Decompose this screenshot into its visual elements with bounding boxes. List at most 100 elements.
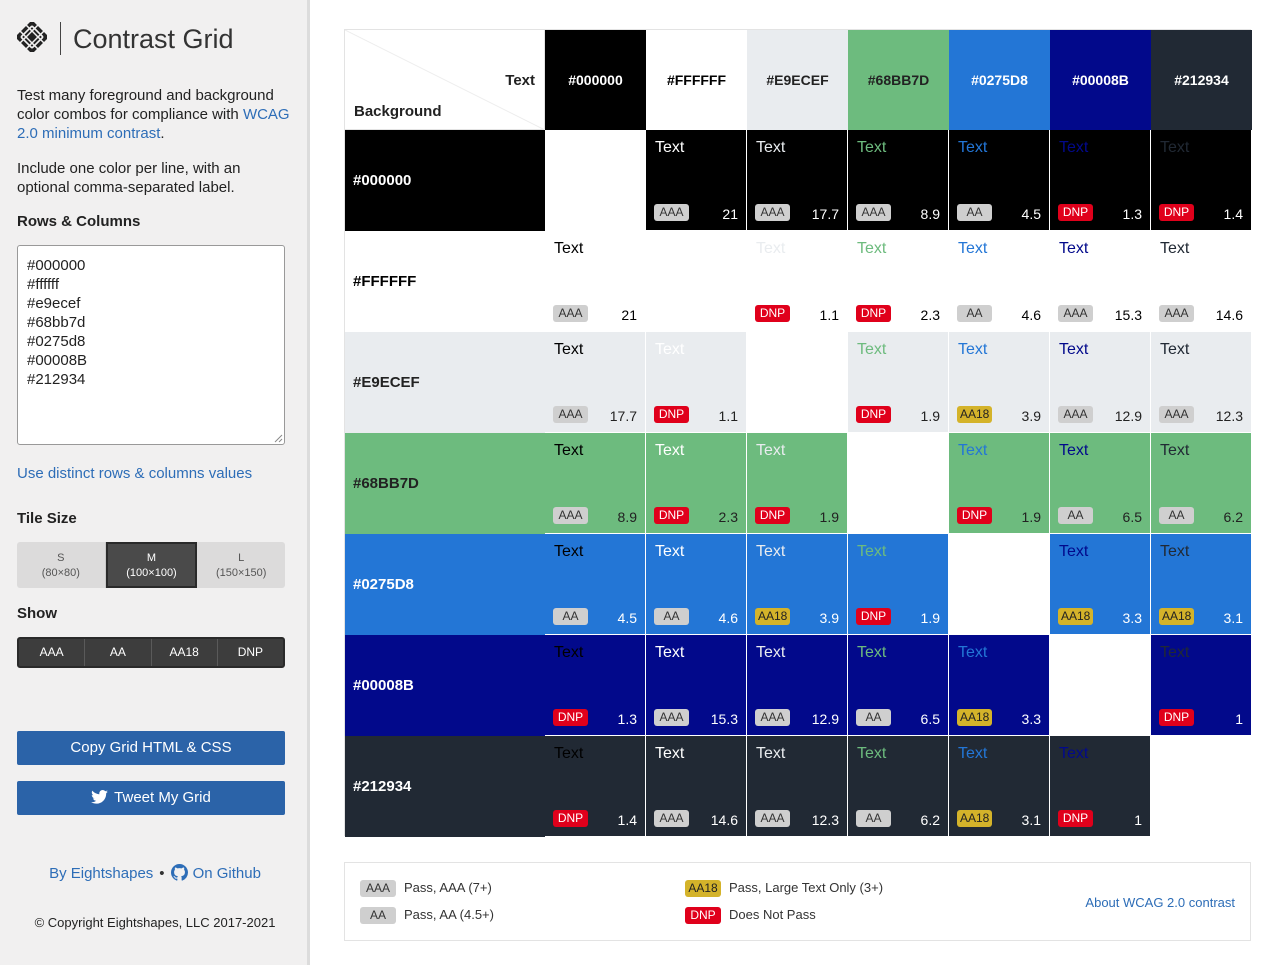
contrast-ratio: 1.9: [920, 610, 940, 626]
contrast-tile: [747, 332, 848, 433]
sample-text: Text: [1059, 240, 1089, 257]
sample-text: Text: [554, 745, 584, 762]
contrast-ratio: 1: [1235, 711, 1243, 727]
sample-text: Text: [1059, 745, 1089, 762]
contrast-ratio: 12.3: [811, 812, 839, 828]
contrast-tile: Text AAA 12.3: [747, 736, 848, 837]
github-icon: [170, 864, 188, 881]
legend-dnp: DNP Does Not Pass: [685, 907, 816, 924]
contrast-ratio: 2.3: [920, 307, 940, 323]
tile-size-m-button[interactable]: M (100×100): [105, 542, 198, 588]
contrast-tile: Text AAA 8.9: [545, 433, 646, 534]
contrast-tile: [1050, 635, 1151, 736]
contrast-tile: Text AAA 14.6: [1151, 231, 1252, 332]
contrast-ratio: 12.9: [811, 711, 839, 727]
contrast-tile: Text AA18 3.1: [1151, 534, 1252, 635]
show-dnp-toggle[interactable]: DNP: [218, 639, 283, 666]
show-aa-toggle[interactable]: AA: [85, 639, 152, 666]
tile-size-l-label: L: [238, 552, 245, 564]
app-title: Contrast Grid: [73, 24, 234, 54]
sample-text: Text: [554, 442, 584, 459]
intro-prefix: Test many foreground and background colo…: [17, 87, 274, 123]
rating-badge: AA18: [1058, 608, 1094, 625]
rating-badge: AAA: [755, 204, 790, 221]
legend-aa-text: Pass, AA (4.5+): [404, 907, 494, 922]
copyright: © Copyright Eightshapes, LLC 2017-2021: [34, 915, 276, 930]
sample-text: Text: [1160, 240, 1190, 257]
rating-badge: AA: [957, 204, 992, 221]
rating-badge: DNP: [957, 507, 992, 524]
column-header: #0275D8: [949, 30, 1050, 130]
tile-size-s-button[interactable]: S (80×80): [17, 542, 106, 588]
tile-size-l-dims: (150×150): [215, 567, 267, 579]
contrast-tile: Text DNP 1: [1151, 635, 1252, 736]
row-header: #0275D8: [345, 534, 545, 635]
contrast-ratio: 3.1: [1021, 812, 1041, 828]
rating-badge: AA18: [957, 406, 993, 423]
colors-textarea[interactable]: #000000 #ffffff #e9ecef #68bb7d #0275d8 …: [17, 245, 285, 445]
copy-grid-button[interactable]: Copy Grid HTML & CSS: [17, 731, 285, 765]
legend: AAA Pass, AAA (7+) AA Pass, AA (4.5+) AA18…: [344, 862, 1251, 941]
tile-size-l-button[interactable]: L (150×150): [197, 542, 285, 588]
resize-handle-icon[interactable]: [273, 433, 283, 443]
contrast-tile: Text AA18 3.9: [747, 534, 848, 635]
sample-text: Text: [958, 644, 988, 661]
contrast-tile: Text AAA 12.3: [1151, 332, 1252, 433]
rating-badge: AAA: [553, 406, 588, 423]
rating-badge: DNP: [654, 507, 689, 524]
rating-badge: AA: [1058, 507, 1093, 524]
contrast-ratio: 14.6: [1215, 307, 1243, 323]
row-header: #68BB7D: [345, 433, 545, 534]
rating-badge: AAA: [654, 709, 689, 726]
column-header: #00008B: [1050, 30, 1151, 130]
github-link[interactable]: On Github: [170, 864, 261, 882]
rating-badge: AAA: [1159, 305, 1194, 322]
show-aa18-toggle[interactable]: AA18: [152, 639, 218, 666]
contrast-grid: Text Background #000000 #FFFFFF #E9ECEF #68…: [344, 29, 1252, 837]
contrast-tile: Text DNP 1.1: [646, 332, 747, 433]
contrast-tile: Text DNP 1: [1050, 736, 1151, 837]
sample-text: Text: [857, 240, 887, 257]
contrast-tile: [646, 231, 747, 332]
rating-badge: AA18: [957, 810, 993, 827]
sample-text: Text: [655, 442, 685, 459]
rating-badge: AAA: [856, 204, 891, 221]
rating-badge: AA: [856, 709, 891, 726]
contrast-tile: [949, 534, 1050, 635]
sample-text: Text: [857, 139, 887, 156]
contrast-ratio: 1.9: [1021, 509, 1041, 525]
contrast-tile: Text DNP 2.3: [848, 231, 949, 332]
contrast-ratio: 17.7: [811, 206, 839, 222]
tile-size-label: Tile Size: [17, 510, 77, 527]
contrast-ratio: 21: [722, 206, 738, 222]
sample-text: Text: [655, 543, 685, 560]
contrast-ratio: 1.4: [1223, 206, 1243, 222]
show-aaa-toggle[interactable]: AAA: [19, 639, 86, 666]
sample-text: Text: [1160, 543, 1190, 560]
distinct-values-link[interactable]: Use distinct rows & columns values: [17, 465, 252, 482]
sample-text: Text: [1059, 341, 1089, 358]
sample-text: Text: [1160, 341, 1190, 358]
sidebar: Contrast Grid Test many foreground and b…: [0, 0, 310, 965]
rating-badge: DNP: [856, 608, 891, 625]
legend-dnp-badge: DNP: [685, 907, 721, 924]
about-wcag-link[interactable]: About WCAG 2.0 contrast: [1085, 895, 1235, 910]
contrast-tile: Text AAA 15.3: [1050, 231, 1151, 332]
rating-badge: AA18: [957, 709, 993, 726]
rating-badge: DNP: [1159, 709, 1194, 726]
rating-badge: DNP: [553, 709, 588, 726]
rating-badge: DNP: [1159, 204, 1194, 221]
contrast-tile: Text AAA 21: [646, 130, 747, 231]
rating-badge: DNP: [553, 810, 588, 827]
eightshapes-link[interactable]: By Eightshapes: [49, 865, 153, 882]
eightshapes-logo-icon[interactable]: [17, 22, 47, 52]
contrast-ratio: 1.3: [1122, 206, 1142, 222]
tweet-grid-button[interactable]: Tweet My Grid: [17, 781, 285, 815]
tile-size-s-label: S: [57, 552, 65, 564]
contrast-ratio: 6.2: [1223, 509, 1243, 525]
sample-text: Text: [655, 341, 685, 358]
sample-text: Text: [1160, 644, 1190, 661]
contrast-tile: [848, 433, 949, 534]
contrast-ratio: 1.9: [920, 408, 940, 424]
rows-columns-label: Rows & Columns: [17, 213, 141, 230]
